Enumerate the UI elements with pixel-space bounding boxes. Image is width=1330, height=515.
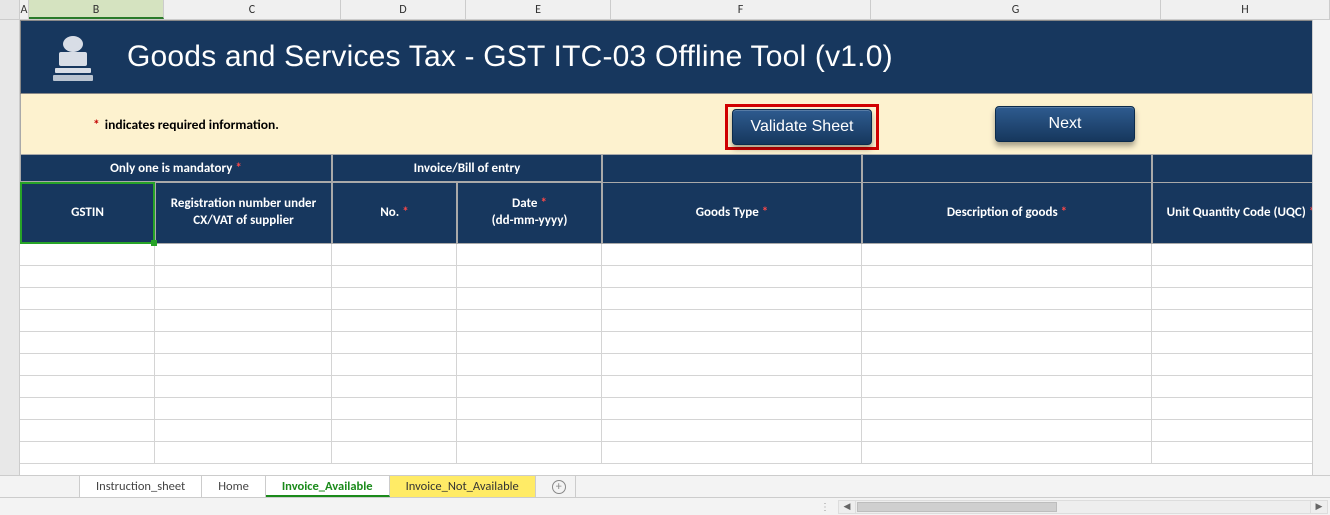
header-description-label: Description of goods (947, 205, 1058, 220)
required-note: * indicates required information. (93, 116, 279, 133)
horizontal-scrollbar[interactable] (838, 500, 1328, 514)
table-row[interactable] (20, 420, 1330, 442)
group-invoice-label: Invoice/Bill of entry (414, 161, 521, 176)
col-A[interactable]: A (20, 0, 29, 19)
col-D[interactable]: D (341, 0, 466, 19)
group-blank-3 (1152, 154, 1330, 182)
header-date-format: (dd-mm-yyyy) (492, 213, 568, 228)
header-no-label: No. (380, 205, 399, 220)
table-row[interactable] (20, 288, 1330, 310)
table-row[interactable] (20, 442, 1330, 464)
header-date[interactable]: Date* (dd-mm-yyyy) (457, 182, 602, 244)
table-row[interactable] (20, 332, 1330, 354)
header-uqc-label: Unit Quantity Code (UQC) (1167, 205, 1306, 220)
hscroll-row: ⋮ (0, 497, 1330, 515)
col-E[interactable]: E (466, 0, 611, 19)
table-row[interactable] (20, 398, 1330, 420)
tab-invoice-not-available[interactable]: Invoice_Not_Available (390, 476, 536, 497)
new-sheet-button[interactable]: + (536, 476, 576, 497)
tab-instruction-sheet[interactable]: Instruction_sheet (80, 476, 202, 497)
sheet-body: Goods and Services Tax - GST ITC-03 Offl… (20, 20, 1330, 475)
group-invoice: Invoice/Bill of entry (332, 154, 602, 182)
tab-nav-spacer (0, 476, 80, 497)
header-description[interactable]: Description of goods* (862, 182, 1152, 244)
col-F[interactable]: F (611, 0, 871, 19)
col-C[interactable]: C (164, 0, 341, 19)
table-row[interactable] (20, 244, 1330, 266)
validate-highlight: Validate Sheet (725, 104, 879, 150)
header-row: GSTIN Registration number under CX/VAT o… (20, 182, 1330, 244)
horizontal-scrollbar-thumb[interactable] (857, 502, 1057, 512)
header-reg-no-label: Registration number under CX/VAT of supp… (162, 196, 325, 230)
header-gstin-label: GSTIN (71, 205, 104, 222)
row-gutter (0, 20, 20, 475)
group-mandatory-label: Only one is mandatory (110, 161, 232, 176)
col-H[interactable]: H (1161, 0, 1330, 19)
group-mandatory: Only one is mandatory* (20, 154, 332, 182)
table-row[interactable] (20, 376, 1330, 398)
col-B[interactable]: B (29, 0, 164, 19)
group-blank-1 (602, 154, 862, 182)
vertical-scrollbar[interactable] (1312, 20, 1330, 475)
title-banner: Goods and Services Tax - GST ITC-03 Offl… (20, 20, 1330, 94)
table-row[interactable] (20, 310, 1330, 332)
column-headers: A B C D E F G H (0, 0, 1330, 20)
group-blank-2 (862, 154, 1152, 182)
select-all-cell[interactable] (0, 0, 20, 19)
header-date-label: Date (512, 196, 537, 211)
header-goods-type-label: Goods Type (696, 205, 759, 220)
page-title: Goods and Services Tax - GST ITC-03 Offl… (127, 40, 893, 74)
tab-resize-handle[interactable]: ⋮ (0, 500, 836, 513)
info-bar: * indicates required information. Valida… (20, 94, 1330, 154)
validate-sheet-button[interactable]: Validate Sheet (732, 109, 872, 145)
header-no[interactable]: No.* (332, 182, 457, 244)
next-button[interactable]: Next (995, 106, 1135, 142)
table-row[interactable] (20, 266, 1330, 288)
emblem-icon (49, 30, 97, 84)
plus-icon: + (552, 480, 566, 494)
group-header-row: Only one is mandatory* Invoice/Bill of e… (20, 154, 1330, 182)
header-uqc[interactable]: Unit Quantity Code (UQC)* (1152, 182, 1330, 244)
tab-home[interactable]: Home (202, 476, 266, 497)
data-grid[interactable] (20, 244, 1330, 464)
header-gstin[interactable]: GSTIN (20, 182, 155, 244)
required-note-text: indicates required information. (105, 116, 279, 133)
header-reg-no[interactable]: Registration number under CX/VAT of supp… (155, 182, 332, 244)
col-G[interactable]: G (871, 0, 1161, 19)
asterisk-icon: * (93, 116, 100, 133)
header-goods-type[interactable]: Goods Type* (602, 182, 862, 244)
tab-invoice-available[interactable]: Invoice_Available (266, 476, 390, 497)
sheet-tab-bar: Instruction_sheet Home Invoice_Available… (0, 475, 1330, 497)
table-row[interactable] (20, 354, 1330, 376)
